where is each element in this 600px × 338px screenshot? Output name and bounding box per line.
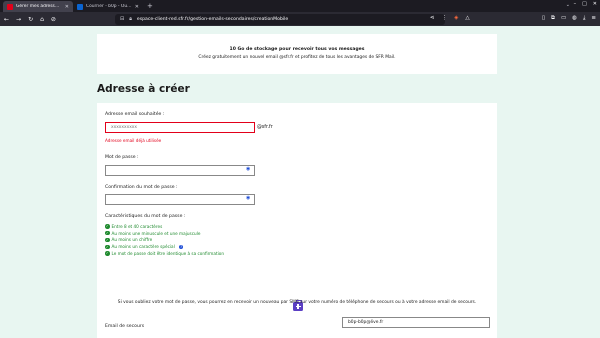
email-input[interactable]: xxxxxxxxxx	[105, 122, 255, 133]
criterion-text: Au moins un chiffre	[111, 237, 153, 243]
criterion-match: ✓ Le mot de passe doit être identique à …	[105, 250, 224, 257]
minimize-button[interactable]: –	[574, 1, 577, 7]
email-error-message: Adresse email déjà utilisée	[105, 138, 162, 143]
browser-tab-bar: Gérer mes adresses email ✕ Courrier - b0…	[0, 0, 600, 12]
tab-manage-emails[interactable]: Gérer mes adresses email ✕	[3, 1, 73, 12]
tab-label: Courrier - b0p - Outlook	[86, 4, 132, 9]
reload-icon[interactable]: ↻	[28, 16, 33, 23]
check-icon: ✓	[105, 237, 110, 243]
promo-text: Créez gratuitement un nouvel email @sfr.…	[198, 55, 396, 60]
close-tab-icon[interactable]: ✕	[135, 4, 139, 10]
criterion-length: ✓ Entre 8 et 40 caractères	[105, 223, 224, 230]
outlook-favicon-icon	[77, 3, 83, 10]
tab-outlook[interactable]: Courrier - b0p - Outlook ✕	[73, 1, 143, 12]
criterion-special: ✓ Au moins un caractère spécial ?	[105, 243, 224, 250]
close-tab-icon[interactable]: ✕	[65, 4, 69, 10]
criterion-text: Au moins une minuscule et une majuscule	[111, 230, 201, 236]
password-field[interactable]	[105, 165, 255, 176]
confirm-password-label: Confirmation du mot de passe :	[105, 185, 178, 190]
rewards-icon[interactable]: △	[465, 15, 469, 21]
criterion-text: Au moins un caractère spécial	[111, 244, 175, 250]
page-title: Adresse à créer	[97, 83, 190, 95]
forward-icon[interactable]: →	[16, 16, 21, 23]
menu-icon[interactable]: ≡	[591, 15, 596, 22]
promo-banner: 10 Go de stockage pour recevoir tous vos…	[97, 34, 497, 74]
browser-nav-bar: ← → ↻ ⌂ ⊘ ⊟ 🔒︎ espace-client-red.sfr.fr/…	[0, 12, 600, 26]
window-controls: – □ ✕	[574, 1, 597, 7]
menu-dots-icon[interactable]: ⋮	[442, 15, 448, 21]
email-domain: @sfr.fr	[257, 125, 273, 130]
password-criteria-list: ✓ Entre 8 et 40 caractères ✓ Au moins un…	[105, 223, 224, 257]
wallet-icon[interactable]: ▭	[561, 15, 566, 22]
lock-icon[interactable]: 🔒︎	[129, 16, 132, 22]
confirm-password-field[interactable]	[105, 194, 255, 205]
backup-email-input[interactable]: b0p-b0p@live.fr	[342, 317, 490, 328]
page-content: 10 Go de stockage pour recevoir tous vos…	[0, 26, 600, 338]
create-address-form: Adresse email souhaitée : xxxxxxxxxx @sf…	[97, 103, 497, 338]
address-bar[interactable]: ⊟ 🔒︎ espace-client-red.sfr.fr/gestion-em…	[115, 13, 445, 25]
list-tabs-icon[interactable]: ⌄	[566, 2, 570, 8]
check-icon: ✓	[105, 224, 110, 229]
close-window-button[interactable]: ✕	[593, 1, 597, 7]
password-recovery-info: Si vous oubliez votre mot de passe, vous…	[117, 300, 477, 305]
check-icon: ✓	[105, 244, 110, 250]
help-question-icon[interactable]: ?	[178, 244, 184, 250]
check-icon: ✓	[105, 251, 110, 256]
check-icon: ✓	[105, 230, 110, 236]
email-label: Adresse email souhaitée :	[105, 112, 165, 117]
sfr-favicon-icon	[7, 3, 13, 10]
share-icon[interactable]: ⋖	[430, 15, 435, 21]
sidebar-icon[interactable]: ▯	[542, 15, 545, 22]
criterion-text: Entre 8 et 40 caractères	[111, 223, 163, 229]
extensions-icon[interactable]: ⧉	[551, 15, 555, 22]
toolbar-right: ▯ ⧉ ▭ ◍ ⤓ ≡	[542, 15, 596, 22]
criterion-digit: ✓ Au moins un chiffre	[105, 237, 224, 244]
tab-label: Gérer mes adresses email	[16, 4, 62, 9]
password-criteria-label: Caractéristiques du mot de passe :	[105, 214, 186, 219]
promo-title: 10 Go de stockage pour recevoir tous vos…	[229, 47, 365, 52]
backup-email-label: Email de secours	[105, 324, 145, 329]
address-bar-actions: ⋖ ⋮ ◈ △	[430, 15, 470, 21]
url-text[interactable]: espace-client-red.sfr.fr/gestion-emails-…	[137, 17, 288, 22]
show-password-eye-icon[interactable]: ◉	[246, 166, 250, 172]
password-label: Mot de passe :	[105, 155, 139, 160]
page-info-icon[interactable]: ⊟	[120, 16, 124, 22]
downloads-icon[interactable]: ⤓	[583, 15, 585, 22]
maximize-button[interactable]: □	[582, 1, 587, 7]
vpn-icon[interactable]: ◍	[572, 15, 577, 22]
home-icon[interactable]: ⌂	[40, 16, 44, 23]
back-icon[interactable]: ←	[4, 16, 9, 23]
criterion-text: Le mot de passe doit être identique à sa…	[111, 251, 224, 257]
bookmark-icon[interactable]: ⊘	[51, 16, 56, 23]
criterion-case: ✓ Au moins une minuscule et une majuscul…	[105, 230, 224, 237]
show-confirm-password-eye-icon[interactable]: ◉	[246, 195, 250, 201]
new-tab-button[interactable]: +	[143, 1, 157, 12]
shield-icon[interactable]: ◈	[454, 15, 458, 21]
